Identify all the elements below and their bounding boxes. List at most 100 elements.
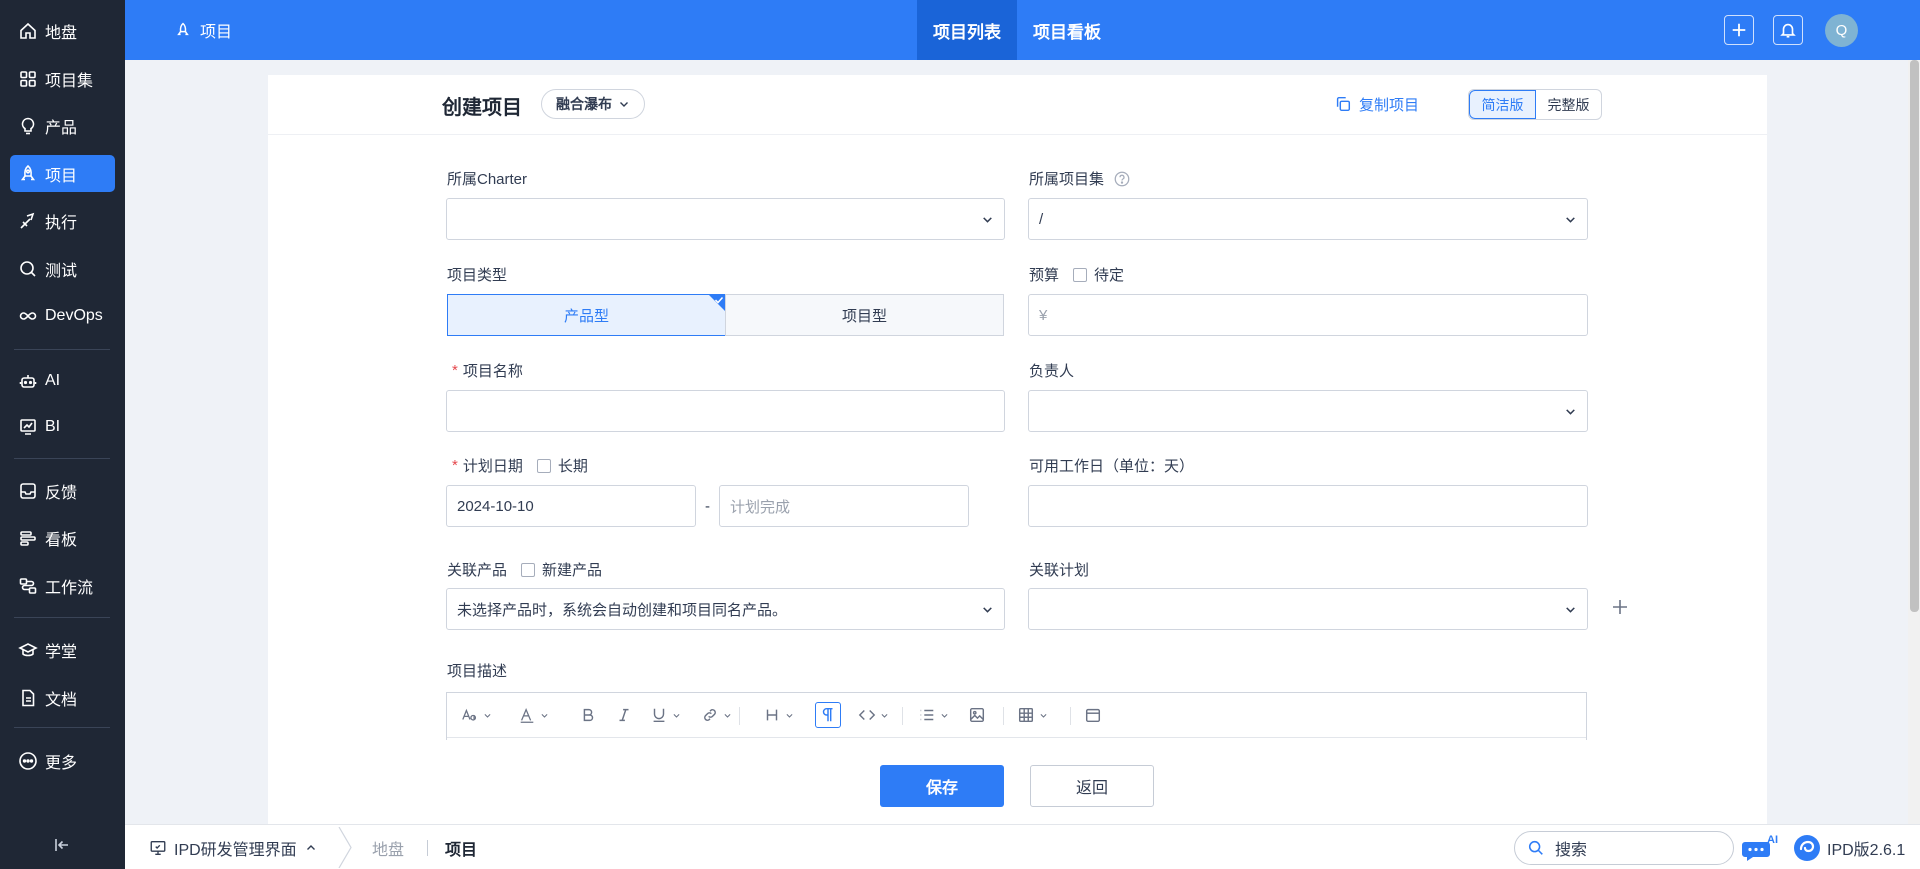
- magnifier-icon: [18, 259, 38, 279]
- required-marker: *: [452, 457, 458, 474]
- sidebar-item-execution[interactable]: 执行: [10, 202, 115, 239]
- chevron-down-icon: [941, 713, 948, 718]
- product-select[interactable]: 未选择产品时，系统会自动创建和项目同名产品。: [446, 588, 1005, 630]
- sidebar-item-more[interactable]: 更多: [10, 742, 115, 779]
- project-type-product[interactable]: 产品型: [447, 294, 726, 336]
- budget-input[interactable]: ¥: [1028, 294, 1588, 336]
- more-icon: [18, 751, 38, 771]
- project-model-select[interactable]: 融合瀑布: [541, 89, 645, 119]
- plan-label: 关联计划: [1029, 562, 1090, 579]
- sidebar-item-label: BI: [45, 417, 61, 435]
- breadcrumb-project[interactable]: 项目: [445, 825, 477, 869]
- bulb-icon: [18, 116, 38, 136]
- chevron-down-icon: [724, 713, 731, 718]
- link-tool[interactable]: [701, 705, 732, 725]
- sidebar-item-product[interactable]: 产品: [10, 107, 115, 144]
- program-select[interactable]: /: [1028, 198, 1588, 240]
- table-tool[interactable]: [1017, 705, 1048, 725]
- pilcrow-icon: [822, 707, 833, 722]
- begin-date-input[interactable]: 2024-10-10: [446, 485, 696, 527]
- chevron-down-icon: [1566, 607, 1575, 613]
- sidebar: 地盘 项目集 产品 项目 执行 测试 DevOps AI BI 反馈 看板 工作…: [0, 0, 125, 869]
- copy-project-button[interactable]: 复制项目: [1334, 92, 1419, 116]
- search-input[interactable]: 搜索: [1514, 831, 1734, 865]
- description-editor[interactable]: [446, 692, 1587, 740]
- breadcrumb-home[interactable]: 地盘: [372, 825, 404, 869]
- add-plan-icon[interactable]: [1610, 597, 1630, 617]
- sidebar-item-project[interactable]: 项目: [10, 155, 115, 192]
- sidebar-item-docs[interactable]: 文档: [10, 679, 115, 716]
- chevron-up-icon: [306, 844, 315, 850]
- sidebar-item-bi[interactable]: BI: [10, 408, 115, 445]
- topbar-section-label: 项目: [200, 24, 233, 41]
- ai-chat-badge: AI: [1767, 834, 1778, 846]
- page-title: 创建项目: [442, 97, 522, 119]
- image-tool[interactable]: [968, 705, 986, 725]
- paragraph-tool[interactable]: [815, 702, 841, 728]
- long-term-checkbox[interactable]: [536, 458, 551, 473]
- embed-tool[interactable]: [1084, 705, 1102, 725]
- copy-icon: [1336, 96, 1351, 112]
- sidebar-item-test[interactable]: 测试: [10, 250, 115, 287]
- page-scrollbar-thumb[interactable]: [1910, 60, 1919, 612]
- heading-tool[interactable]: [763, 705, 794, 725]
- topbar-section: 项目: [175, 0, 232, 60]
- notification-button[interactable]: [1773, 15, 1803, 45]
- bold-tool[interactable]: [579, 705, 597, 725]
- bold-icon: [583, 708, 594, 722]
- version-simple[interactable]: 简洁版: [1469, 90, 1536, 119]
- budget-pending-checkbox[interactable]: [1073, 267, 1088, 282]
- sidebar-item-workflow[interactable]: 工作流: [10, 567, 115, 604]
- chevron-down-icon: [673, 713, 680, 718]
- required-marker: *: [452, 362, 458, 379]
- sidebar-item-feedback[interactable]: 反馈: [10, 472, 115, 509]
- save-button[interactable]: 保存: [880, 765, 1004, 807]
- toolbar-divider: [1070, 707, 1071, 725]
- end-date-input[interactable]: 计划完成: [719, 485, 969, 527]
- sidebar-item-devops[interactable]: DevOps: [10, 297, 115, 334]
- plan-date-label: * 计划日期 长期: [452, 457, 588, 475]
- project-name-input[interactable]: [446, 390, 1005, 432]
- underline-icon: [653, 708, 665, 723]
- program-value: /: [1039, 210, 1044, 228]
- avatar[interactable]: Q: [1825, 14, 1858, 47]
- app-switcher[interactable]: IPD研发管理界面: [149, 825, 324, 869]
- sidebar-item-program[interactable]: 项目集: [10, 60, 115, 97]
- new-product-checkbox[interactable]: [521, 562, 536, 577]
- charter-select[interactable]: [446, 198, 1005, 240]
- kanban-icon: [18, 528, 38, 548]
- sidebar-item-ai[interactable]: AI: [10, 362, 115, 399]
- tab-project-list[interactable]: 项目列表: [917, 0, 1017, 60]
- card-header: 创建项目 融合瀑布 复制项目 简洁版 完整版: [268, 75, 1767, 135]
- text-color-tool[interactable]: [518, 705, 549, 725]
- project-name-label: * 项目名称: [452, 362, 523, 380]
- workdays-input[interactable]: [1028, 485, 1588, 527]
- search-icon: [1528, 840, 1543, 855]
- tab-project-kanban[interactable]: 项目看板: [1017, 0, 1117, 60]
- code-tool[interactable]: [858, 705, 889, 725]
- rocket-icon: [177, 22, 189, 36]
- back-button[interactable]: 返回: [1030, 765, 1154, 807]
- ai-chat-icon[interactable]: AI: [1742, 834, 1780, 862]
- owner-select[interactable]: [1028, 390, 1588, 432]
- underline-tool[interactable]: [650, 705, 681, 725]
- product-hint: 未选择产品时，系统会自动创建和项目同名产品。: [457, 601, 788, 619]
- version-full[interactable]: 完整版: [1536, 90, 1601, 119]
- create-button[interactable]: [1724, 15, 1754, 45]
- sidebar-item-kanban[interactable]: 看板: [10, 519, 115, 556]
- charter-label: 所属Charter: [447, 171, 528, 188]
- italic-tool[interactable]: [615, 705, 633, 725]
- sidebar-item-label: 项目集: [45, 72, 94, 90]
- sidebar-item-home[interactable]: 地盘: [10, 12, 115, 49]
- breadcrumb-arrow-divider: [338, 827, 352, 868]
- font-size-tool[interactable]: [461, 705, 492, 725]
- help-icon[interactable]: [1113, 170, 1131, 188]
- robot-icon: [18, 371, 38, 391]
- plan-select[interactable]: [1028, 588, 1588, 630]
- list-tool[interactable]: [918, 705, 949, 725]
- collapse-sidebar-icon[interactable]: [52, 835, 72, 855]
- sidebar-item-academy[interactable]: 学堂: [10, 631, 115, 668]
- description-label: 项目描述: [447, 663, 508, 680]
- sidebar-item-label: 反馈: [45, 484, 78, 502]
- project-type-project[interactable]: 项目型: [725, 294, 1004, 336]
